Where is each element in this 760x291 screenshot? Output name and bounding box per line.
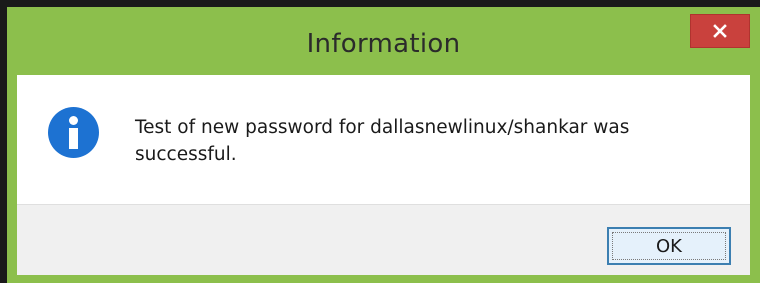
message-area: Test of new password for dallasnewlinux/… [17, 75, 750, 205]
message-text: Test of new password for dallasnewlinux/… [135, 117, 630, 165]
background-edge-top [0, 0, 760, 7]
ok-button-label: OK [656, 235, 682, 257]
close-icon [713, 24, 727, 38]
dialog-title: Information [306, 29, 461, 59]
screenshot-stage: Information Test of new password for dal… [0, 0, 760, 291]
information-dialog: Information Test of new password for dal… [7, 7, 760, 283]
background-edge-left [0, 0, 7, 283]
info-icon-dot [69, 116, 78, 125]
close-button[interactable] [690, 14, 750, 48]
info-icon [48, 107, 99, 158]
dialog-titlebar[interactable]: Information [7, 7, 760, 75]
info-icon-stem [69, 128, 78, 149]
dialog-body: Test of new password for dallasnewlinux/… [17, 75, 750, 275]
ok-button[interactable]: OK [607, 227, 731, 265]
